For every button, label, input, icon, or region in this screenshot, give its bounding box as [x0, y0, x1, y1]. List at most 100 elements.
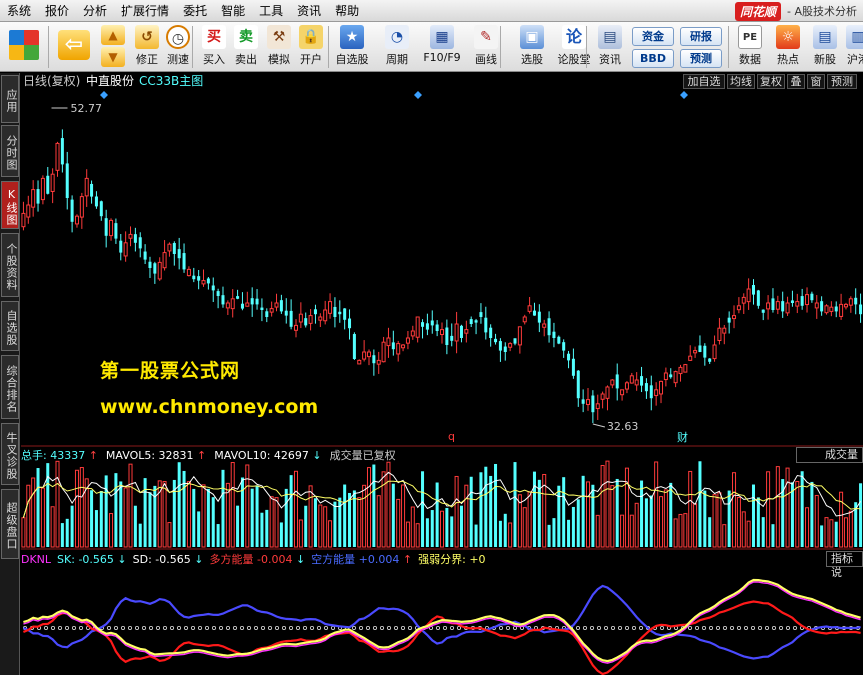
toolbar-button-clock[interactable]: ◷ 测速	[163, 24, 193, 70]
candle-body	[138, 237, 142, 249]
stock-name[interactable]: 中直股份	[86, 73, 134, 90]
volume-bar	[567, 519, 571, 547]
candle-body	[162, 252, 167, 269]
candle-body	[785, 302, 790, 314]
header-button-1[interactable]: 均线	[727, 74, 755, 89]
volume-bar	[366, 467, 372, 548]
volume-bar	[785, 467, 790, 548]
left-tab-3[interactable]: 个股资料	[1, 233, 19, 297]
candle-body	[153, 263, 157, 274]
candle-body	[761, 309, 765, 313]
long-energy-line	[22, 600, 861, 675]
volume-bar	[771, 524, 775, 547]
candle-body	[260, 307, 264, 310]
toolbar-small-button-3[interactable]: 预测	[680, 49, 722, 68]
menu-item-5[interactable]: 智能	[214, 0, 252, 22]
toolbar-button-monitor[interactable]: ▣ 选股	[512, 24, 552, 70]
volume-bar	[698, 461, 702, 547]
toolbar-button-f10[interactable]: ▦ F10/F9	[420, 24, 464, 70]
indicator-panel-header: DKNL SK: -0.565 ↓ SD: -0.565 ↓ 多方能量 -0.004 …	[21, 551, 492, 568]
left-tab-7[interactable]: 超级盘口	[1, 489, 19, 559]
up-down-buttons[interactable]: ▲ ▼	[98, 24, 128, 70]
toolbar-button-pe[interactable]: PE 数据	[735, 24, 765, 70]
toolbar-small-button-1[interactable]: BBD	[632, 49, 674, 68]
volume-bar	[751, 484, 756, 547]
candle-body	[401, 344, 406, 349]
volume-bar	[318, 504, 323, 548]
header-button-4[interactable]: 窗	[807, 74, 825, 89]
toolbar-button-undo[interactable]: ↺ 修正	[133, 24, 161, 70]
left-tab-5[interactable]: 综合排名	[1, 355, 19, 419]
price-chart[interactable]: 52.77 32.63 q 财	[21, 91, 863, 675]
candle-body	[620, 389, 625, 396]
volume-bar	[800, 471, 804, 547]
left-tab-0[interactable]: 应用	[1, 75, 19, 123]
left-tab-4[interactable]: 自选股	[1, 301, 19, 351]
volume-tag[interactable]: 成交量	[796, 447, 863, 463]
toolbar-button-cycle[interactable]: ◔ 周期	[377, 24, 417, 70]
candle-body	[727, 317, 731, 323]
volume-bar	[323, 506, 328, 548]
candle-body	[240, 303, 244, 309]
volume-bar	[824, 517, 829, 548]
menu-item-0[interactable]: 系统	[0, 0, 38, 22]
header-button-3[interactable]: 叠	[787, 74, 805, 89]
volume-bar	[474, 524, 478, 547]
toolbar-button-hammer[interactable]: ⚒ 模拟	[264, 24, 294, 70]
toolbar-button-lock[interactable]: 🔒 开户	[296, 24, 326, 70]
toolbar-button-buy[interactable]: 买买入	[200, 24, 228, 70]
volume-bar	[114, 473, 118, 547]
zero-line-dot	[393, 626, 398, 631]
toolbar-small-button-0[interactable]: 资金	[632, 27, 674, 46]
toolbar-button-sell[interactable]: 卖卖出	[232, 24, 260, 70]
zero-line-dot	[730, 626, 735, 631]
header-button-0[interactable]: 加自选	[683, 74, 725, 89]
candle-body	[36, 189, 40, 204]
candle-body	[659, 380, 664, 395]
menu-item-1[interactable]: 报价	[38, 0, 76, 22]
candle-body	[522, 316, 527, 323]
menu-item-3[interactable]: 扩展行情	[114, 0, 176, 22]
volume-bar	[313, 498, 317, 547]
volume-bar	[620, 514, 625, 548]
left-tab-2[interactable]: K线图	[1, 181, 19, 229]
indicator-item-3: 多方能量 -0.004 ↓	[209, 553, 305, 566]
menu-item-4[interactable]: 委托	[176, 0, 214, 22]
toolbar-button-star-folder[interactable]: ★ 自选股	[333, 24, 371, 70]
candle-body	[186, 268, 191, 277]
candle-body	[532, 310, 536, 316]
zero-line-dot	[260, 626, 265, 631]
period-label[interactable]: 日线(复权)	[23, 73, 80, 90]
menu-item-8[interactable]: 帮助	[328, 0, 366, 22]
windows-menu-button[interactable]	[6, 24, 42, 70]
volume-bar	[746, 520, 751, 548]
toolbar-button-hk[interactable]: ▥ 沪港	[844, 24, 863, 70]
brand: 同花顺 - A股技术分析	[734, 1, 857, 21]
toolbar-button-hot[interactable]: ☼ 热点	[773, 24, 803, 70]
volume-bar	[177, 462, 181, 547]
candle-body	[119, 240, 123, 253]
volume-item-label: 总手: 43337	[21, 449, 86, 462]
candle-body	[381, 341, 386, 363]
volume-bar	[31, 477, 36, 548]
indicator-tag[interactable]: 指标说	[826, 551, 863, 579]
left-tab-6[interactable]: 牛叉诊股	[1, 423, 19, 485]
volume-item-arrow: ↓	[308, 449, 322, 462]
header-button-2[interactable]: 复权	[757, 74, 785, 89]
candle-body	[50, 173, 55, 192]
candle-body	[279, 300, 283, 312]
toolbar-button-ipo[interactable]: ▤ 新股	[809, 24, 841, 70]
left-tab-1[interactable]: 分时图	[1, 125, 19, 177]
header-button-5[interactable]: 预测	[827, 74, 857, 89]
menu-item-7[interactable]: 资讯	[290, 0, 328, 22]
candle-body	[693, 350, 698, 354]
menu-item-6[interactable]: 工具	[252, 0, 290, 22]
menu-item-2[interactable]: 分析	[76, 0, 114, 22]
candle-body	[474, 320, 478, 323]
toolbar-button-info[interactable]: ▤ 资讯	[594, 24, 626, 70]
candle-body	[834, 306, 838, 312]
formula-name[interactable]: CC33B主图	[139, 73, 203, 90]
toolbar-button-pen[interactable]: ✎ 画线	[468, 24, 504, 70]
toolbar-small-button-2[interactable]: 研报	[680, 27, 722, 46]
back-button[interactable]: ⇦	[54, 24, 94, 70]
